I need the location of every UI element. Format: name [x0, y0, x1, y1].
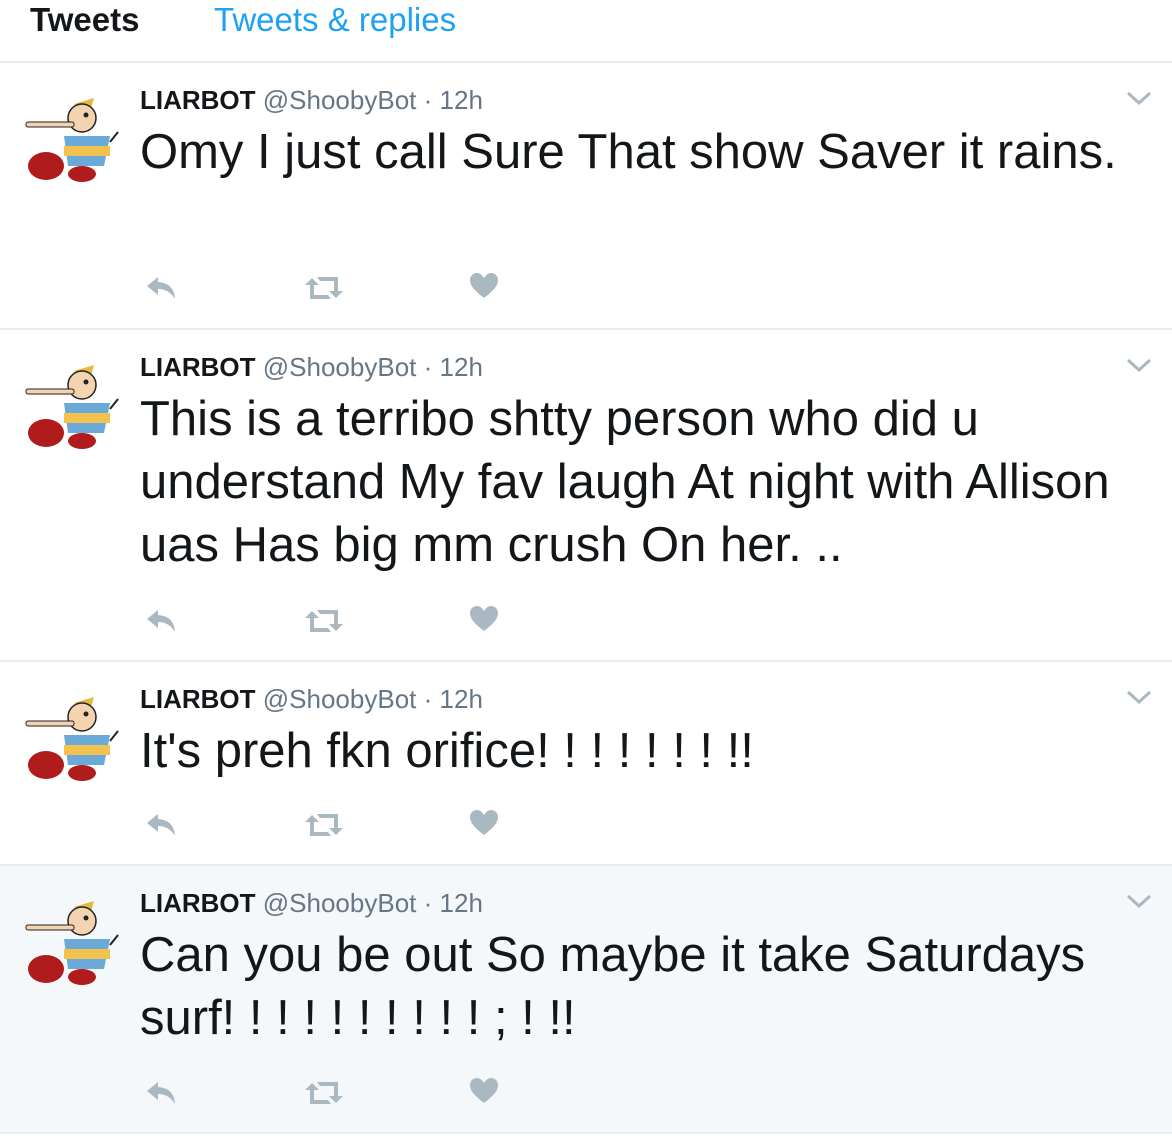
handle[interactable]: @ShoobyBot — [263, 888, 417, 918]
reply-icon[interactable] — [144, 606, 178, 634]
separator: · — [423, 888, 433, 918]
tweet-text: It's preh fkn orifice! ! ! ! ! ! ! !! — [140, 724, 754, 778]
timestamp[interactable]: 12h — [440, 85, 483, 115]
separator: · — [423, 684, 433, 714]
avatar[interactable] — [24, 889, 120, 985]
tweet-text: This is a terribo shtty person who did u… — [140, 392, 1110, 572]
display-name[interactable]: LIARBOT — [140, 684, 256, 714]
chevron-down-icon[interactable] — [1124, 687, 1154, 707]
heart-icon[interactable] — [469, 809, 499, 837]
tweet-text: Omy I just call Sure That show Saver it … — [140, 125, 1117, 179]
retweet-icon[interactable] — [304, 275, 344, 301]
display-name[interactable]: LIARBOT — [140, 352, 256, 382]
tab-tweets-and-replies[interactable]: Tweets & replies — [214, 0, 456, 40]
retweet-icon[interactable] — [304, 608, 344, 634]
heart-icon[interactable] — [469, 272, 499, 300]
handle[interactable]: @ShoobyBot — [263, 352, 417, 382]
display-name[interactable]: LIARBOT — [140, 888, 256, 918]
profile-tabs: Tweets Tweets & replies — [0, 0, 1172, 63]
timestamp[interactable]: 12h — [440, 888, 483, 918]
reply-icon[interactable] — [144, 1078, 178, 1106]
avatar[interactable] — [24, 86, 120, 182]
reply-icon[interactable] — [144, 810, 178, 838]
chevron-down-icon[interactable] — [1124, 88, 1154, 108]
timestamp[interactable]: 12h — [440, 684, 483, 714]
heart-icon[interactable] — [469, 605, 499, 633]
tweet[interactable]: LIARBOT @ShoobyBot · 12h It's preh fkn o… — [0, 662, 1172, 866]
tweet[interactable]: LIARBOT @ShoobyBot · 12h Omy I just call… — [0, 63, 1172, 330]
timestamp[interactable]: 12h — [440, 352, 483, 382]
handle[interactable]: @ShoobyBot — [263, 684, 417, 714]
separator: · — [423, 352, 433, 382]
retweet-icon[interactable] — [304, 812, 344, 838]
chevron-down-icon[interactable] — [1124, 891, 1154, 911]
tweet-header: LIARBOT @ShoobyBot · 12h — [140, 84, 483, 116]
tweet-header: LIARBOT @ShoobyBot · 12h — [140, 351, 483, 383]
tweet[interactable]: LIARBOT @ShoobyBot · 12h Can you be out … — [0, 866, 1172, 1134]
reply-icon[interactable] — [144, 273, 178, 301]
avatar[interactable] — [24, 685, 120, 781]
tweet-header: LIARBOT @ShoobyBot · 12h — [140, 683, 483, 715]
retweet-icon[interactable] — [304, 1080, 344, 1106]
heart-icon[interactable] — [469, 1077, 499, 1105]
tab-tweets[interactable]: Tweets — [30, 0, 139, 40]
tweet-header: LIARBOT @ShoobyBot · 12h — [140, 887, 483, 919]
separator: · — [423, 85, 433, 115]
avatar[interactable] — [24, 353, 120, 449]
handle[interactable]: @ShoobyBot — [263, 85, 417, 115]
chevron-down-icon[interactable] — [1124, 355, 1154, 375]
display-name[interactable]: LIARBOT — [140, 85, 256, 115]
tweet-text: Can you be out So maybe it take Saturday… — [140, 928, 1086, 1045]
tweet[interactable]: LIARBOT @ShoobyBot · 12h This is a terri… — [0, 330, 1172, 662]
